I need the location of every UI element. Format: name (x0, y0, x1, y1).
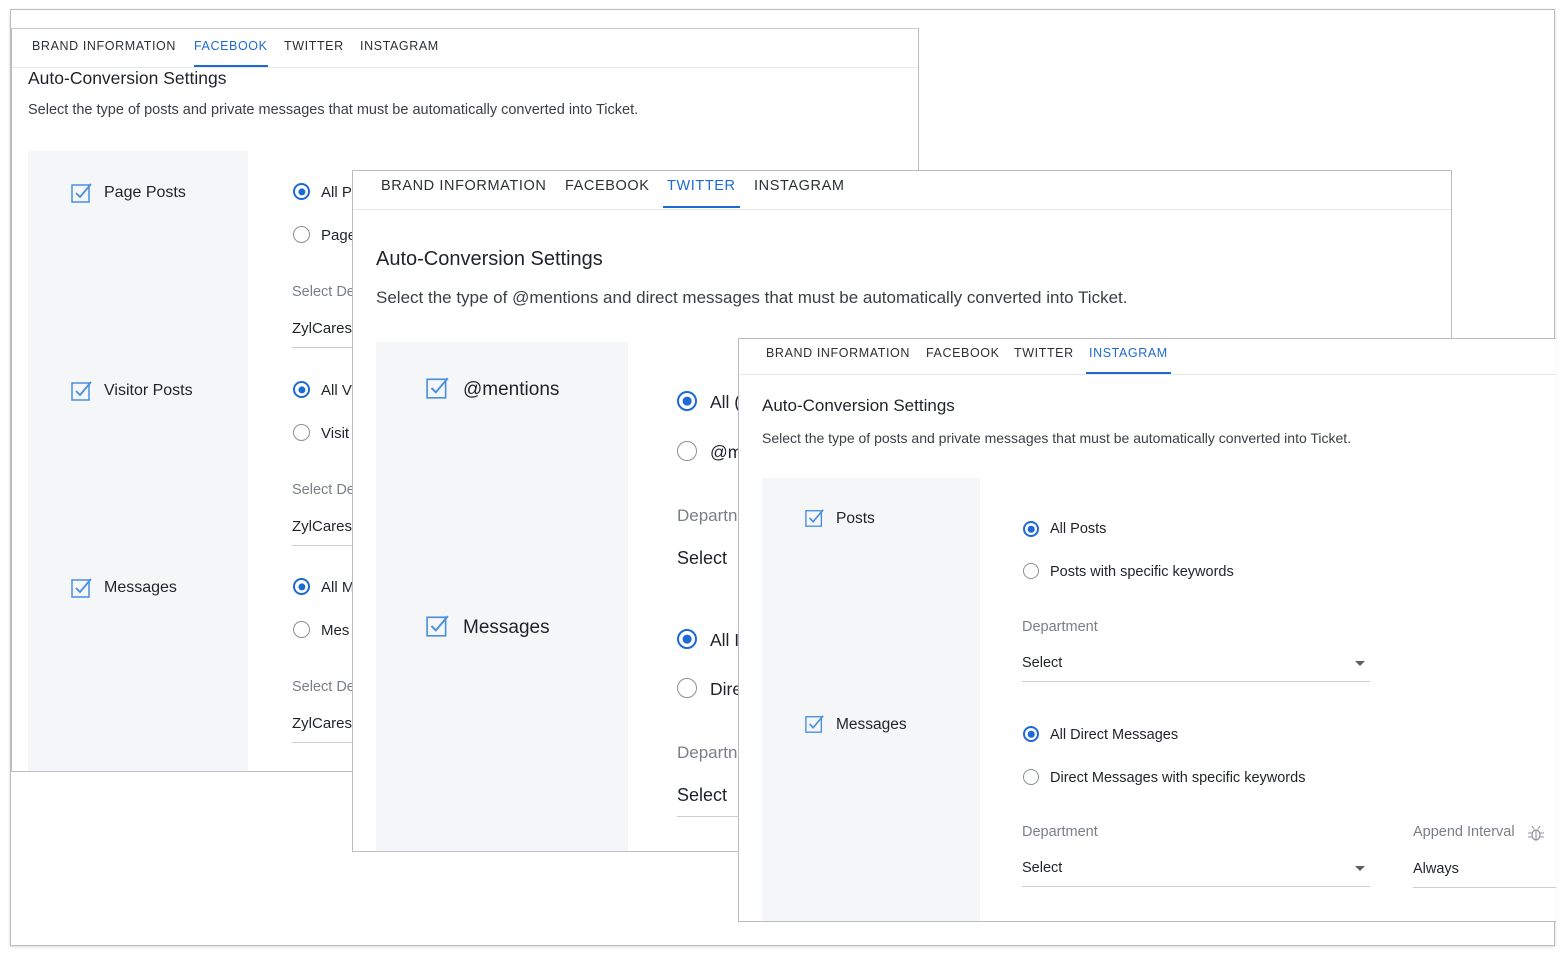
checked-checkbox-icon[interactable] (71, 182, 93, 204)
field-underline (1413, 887, 1556, 888)
tab-facebook[interactable]: FACEBOOK (565, 178, 650, 208)
section-label-column (28, 151, 248, 771)
section-label-page-posts: Page Posts (104, 184, 186, 201)
tab-bar: BRAND INFORMATION FACEBOOK TWITTER INSTA… (739, 339, 1556, 375)
section-label-column (762, 478, 980, 921)
radio-button[interactable] (677, 441, 697, 461)
checked-checkbox-icon[interactable] (426, 376, 450, 400)
radio-button[interactable] (1023, 726, 1039, 742)
tab-instagram[interactable]: INSTAGRAM (1086, 346, 1171, 374)
radio-label: Direct Messages with specific keywords (1050, 770, 1306, 786)
append-interval-label: Append Interval (1413, 824, 1515, 840)
tab-twitter[interactable]: TWITTER (1014, 346, 1074, 374)
checked-checkbox-icon[interactable] (805, 714, 825, 734)
radio-label: Visit (321, 425, 350, 442)
radio-label: All Direct Messages (1050, 727, 1179, 743)
tab-twitter[interactable]: TWITTER (663, 178, 740, 208)
department-label: Select De (292, 679, 355, 695)
department-select[interactable]: ZylCares (292, 518, 352, 535)
radio-button[interactable] (293, 578, 310, 595)
radio-button[interactable] (677, 391, 697, 411)
department-select[interactable]: Select (677, 785, 727, 806)
radio-button[interactable] (293, 183, 310, 200)
department-label: Departn (677, 506, 738, 525)
section-label-column (376, 342, 628, 851)
tab-facebook[interactable]: FACEBOOK (926, 346, 1000, 374)
field-underline (1022, 886, 1370, 887)
radio-label: All V (321, 382, 352, 399)
chevron-down-icon[interactable] (1355, 866, 1365, 871)
radio-button[interactable] (677, 678, 697, 698)
instagram-settings-panel: BRAND INFORMATION FACEBOOK TWITTER INSTA… (738, 338, 1556, 922)
section-label-messages: Messages (104, 579, 177, 596)
radio-label: Page (321, 227, 357, 244)
page-description: Select the type of posts and private mes… (762, 430, 1352, 446)
checked-checkbox-icon[interactable] (805, 508, 825, 528)
department-label: Department (1022, 619, 1098, 635)
radio-button[interactable] (293, 381, 310, 398)
radio-button[interactable] (293, 226, 310, 243)
department-select[interactable]: ZylCares (292, 320, 352, 337)
page-title: Auto-Conversion Settings (28, 68, 227, 88)
section-label-messages: Messages (836, 716, 907, 733)
tab-bar: BRAND INFORMATION FACEBOOK TWITTER INSTA… (353, 171, 1451, 210)
checked-checkbox-icon[interactable] (71, 380, 93, 402)
radio-button[interactable] (677, 629, 697, 649)
tab-brand-information[interactable]: BRAND INFORMATION (32, 39, 176, 67)
append-interval-select[interactable]: Always (1413, 861, 1459, 877)
department-select[interactable]: Select (1022, 655, 1062, 671)
page-description: Select the type of posts and private mes… (28, 102, 639, 118)
page-title: Auto-Conversion Settings (376, 248, 603, 270)
radio-label: Mes (321, 622, 350, 639)
checked-checkbox-icon[interactable] (426, 614, 450, 638)
page-title: Auto-Conversion Settings (762, 396, 955, 415)
radio-button[interactable] (1023, 521, 1039, 537)
field-underline (1022, 681, 1370, 682)
chevron-down-icon[interactable] (1355, 661, 1365, 666)
section-label-posts: Posts (836, 510, 875, 527)
section-label-visitor-posts: Visitor Posts (104, 382, 193, 399)
department-select[interactable]: Select (677, 548, 727, 569)
tab-instagram[interactable]: INSTAGRAM (360, 39, 439, 67)
radio-label: All Posts (1050, 521, 1107, 537)
tab-bar: BRAND INFORMATION FACEBOOK TWITTER INSTA… (12, 29, 918, 68)
department-label: Departn (677, 743, 738, 762)
radio-button[interactable] (293, 621, 310, 638)
tab-twitter[interactable]: TWITTER (284, 39, 344, 67)
bug-icon[interactable] (1527, 825, 1545, 848)
department-label: Select De (292, 482, 355, 498)
field-underline (677, 816, 747, 817)
department-select[interactable]: Select (1022, 860, 1062, 876)
department-select[interactable]: ZylCares (292, 715, 352, 732)
radio-label: All I (710, 630, 740, 650)
tab-brand-information[interactable]: BRAND INFORMATION (381, 178, 546, 208)
department-label: Select De (292, 284, 355, 300)
radio-label: Posts with specific keywords (1050, 564, 1234, 580)
section-label-mentions: @mentions (463, 379, 560, 400)
tab-brand-information[interactable]: BRAND INFORMATION (766, 346, 910, 374)
radio-label: All M (321, 579, 355, 596)
radio-button[interactable] (1023, 563, 1039, 579)
page-description: Select the type of @mentions and direct … (376, 288, 1128, 307)
section-label-messages: Messages (463, 617, 550, 638)
radio-label: All ( (710, 392, 741, 412)
department-label: Department (1022, 824, 1098, 840)
radio-button[interactable] (1023, 769, 1039, 785)
tab-instagram[interactable]: INSTAGRAM (754, 178, 845, 208)
radio-button[interactable] (293, 424, 310, 441)
checked-checkbox-icon[interactable] (71, 577, 93, 599)
tab-facebook[interactable]: FACEBOOK (194, 39, 268, 67)
radio-label: All P (321, 184, 352, 201)
